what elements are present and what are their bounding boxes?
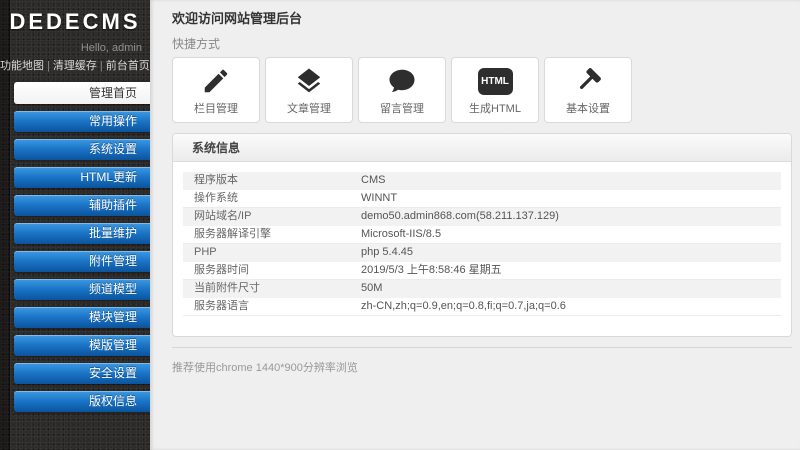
card-message-management[interactable]: 留言管理 xyxy=(358,57,446,123)
row-label: 程序版本 xyxy=(194,174,238,186)
pencil-icon xyxy=(201,64,231,98)
shortcut-cards: 栏目管理 文章管理 留言管理 HTML 生成HTML 基本设置 xyxy=(172,57,792,123)
table-row: 操作系统 WINNT xyxy=(183,190,781,208)
shortcuts-label: 快捷方式 xyxy=(172,37,221,51)
sidebar-item-system-settings[interactable]: 系统设置 xyxy=(14,139,150,160)
row-value: 50M xyxy=(361,282,383,294)
card-generate-html[interactable]: HTML 生成HTML xyxy=(451,57,539,123)
card-label: 栏目管理 xyxy=(194,103,238,115)
row-label: 服务器时间 xyxy=(194,264,249,276)
content-divider xyxy=(172,347,792,348)
sidebar-item-plugins[interactable]: 辅助插件 xyxy=(14,195,150,216)
sidebar: DEDECMS Hello, admin 功能地图清理缓存前台首页退出 管理首页… xyxy=(0,0,181,450)
card-label: 文章管理 xyxy=(287,103,331,115)
sidebar-item-modules[interactable]: 模块管理 xyxy=(14,307,150,328)
table-row: 服务器语言 zh-CN,zh;q=0.9,en;q=0.8,fi;q=0.7,j… xyxy=(183,298,781,316)
browser-recommendation: 推荐使用chrome 1440*900分辨率浏览 xyxy=(172,362,358,374)
user-greeting: Hello, admin xyxy=(80,42,142,54)
sidebar-item-copyright[interactable]: 版权信息 xyxy=(14,391,150,412)
card-label: 基本设置 xyxy=(566,103,610,115)
sidebar-item-security[interactable]: 安全设置 xyxy=(14,363,150,384)
card-label: 生成HTML xyxy=(469,103,521,115)
card-column-management[interactable]: 栏目管理 xyxy=(172,57,260,123)
system-info-title: 系统信息 xyxy=(173,134,791,162)
row-value: php 5.4.45 xyxy=(361,246,413,258)
app-logo: DEDECMS xyxy=(9,9,141,34)
row-label: 当前附件尺寸 xyxy=(194,282,260,294)
hammer-icon xyxy=(573,64,603,98)
system-info-panel: 系统信息 程序版本 CMS 操作系统 WINNT 网站域名/IP demo50.… xyxy=(172,133,792,337)
row-value: zh-CN,zh;q=0.9,en;q=0.8,fi;q=0.7,ja;q=0.… xyxy=(361,300,566,312)
row-value: 2019/5/3 上午8:58:46 星期五 xyxy=(361,264,502,276)
page-title: 欢迎访问网站管理后台 xyxy=(172,11,303,26)
documents-stack-icon xyxy=(294,64,324,98)
table-row: 程序版本 CMS xyxy=(183,172,781,190)
row-value: demo50.admin868.com(58.211.137.129) xyxy=(361,210,559,222)
system-info-table: 程序版本 CMS 操作系统 WINNT 网站域名/IP demo50.admin… xyxy=(173,162,791,336)
card-basic-settings[interactable]: 基本设置 xyxy=(544,57,632,123)
row-label: PHP xyxy=(194,246,217,258)
table-row: 服务器时间 2019/5/3 上午8:58:46 星期五 xyxy=(183,262,781,280)
sidebar-item-templates[interactable]: 模版管理 xyxy=(14,335,150,356)
sidebar-item-batch-maintenance[interactable]: 批量维护 xyxy=(14,223,150,244)
sidebar-item-channel-models[interactable]: 频道模型 xyxy=(14,279,150,300)
html-badge-icon: HTML xyxy=(477,64,513,98)
card-article-management[interactable]: 文章管理 xyxy=(265,57,353,123)
card-label: 留言管理 xyxy=(380,103,424,115)
link-sitemap[interactable]: 功能地图 xyxy=(0,60,44,72)
speech-bubble-icon xyxy=(387,64,417,98)
main-content: 欢迎访问网站管理后台 快捷方式 栏目管理 文章管理 留言管理 HTML 生成HT… xyxy=(150,0,800,450)
link-frontend-home[interactable]: 前台首页 xyxy=(97,60,150,72)
sidebar-top-links: 功能地图清理缓存前台首页退出 xyxy=(0,54,181,73)
link-clear-cache[interactable]: 清理缓存 xyxy=(44,60,97,72)
row-label: 服务器语言 xyxy=(194,300,249,312)
row-label: 网站域名/IP xyxy=(194,210,252,222)
table-row: 当前附件尺寸 50M xyxy=(183,280,781,298)
html-badge-text: HTML xyxy=(477,67,513,95)
sidebar-item-html-update[interactable]: HTML更新 xyxy=(14,167,150,188)
row-value: WINNT xyxy=(361,192,398,204)
row-label: 操作系统 xyxy=(194,192,238,204)
table-row: 网站域名/IP demo50.admin868.com(58.211.137.1… xyxy=(183,208,781,226)
row-value: CMS xyxy=(361,174,386,186)
sidebar-item-attachments[interactable]: 附件管理 xyxy=(14,251,150,272)
row-value: Microsoft-IIS/8.5 xyxy=(361,228,442,240)
sidebar-menu: 管理首页 常用操作 系统设置 HTML更新 辅助插件 批量维护 附件管理 频道模… xyxy=(0,82,150,412)
sidebar-item-common-operations[interactable]: 常用操作 xyxy=(14,111,150,132)
sidebar-item-admin-home[interactable]: 管理首页 xyxy=(14,82,150,104)
row-label: 服务器解译引擎 xyxy=(194,228,271,240)
table-row: 服务器解译引擎 Microsoft-IIS/8.5 xyxy=(183,226,781,244)
table-row: PHP php 5.4.45 xyxy=(183,244,781,262)
